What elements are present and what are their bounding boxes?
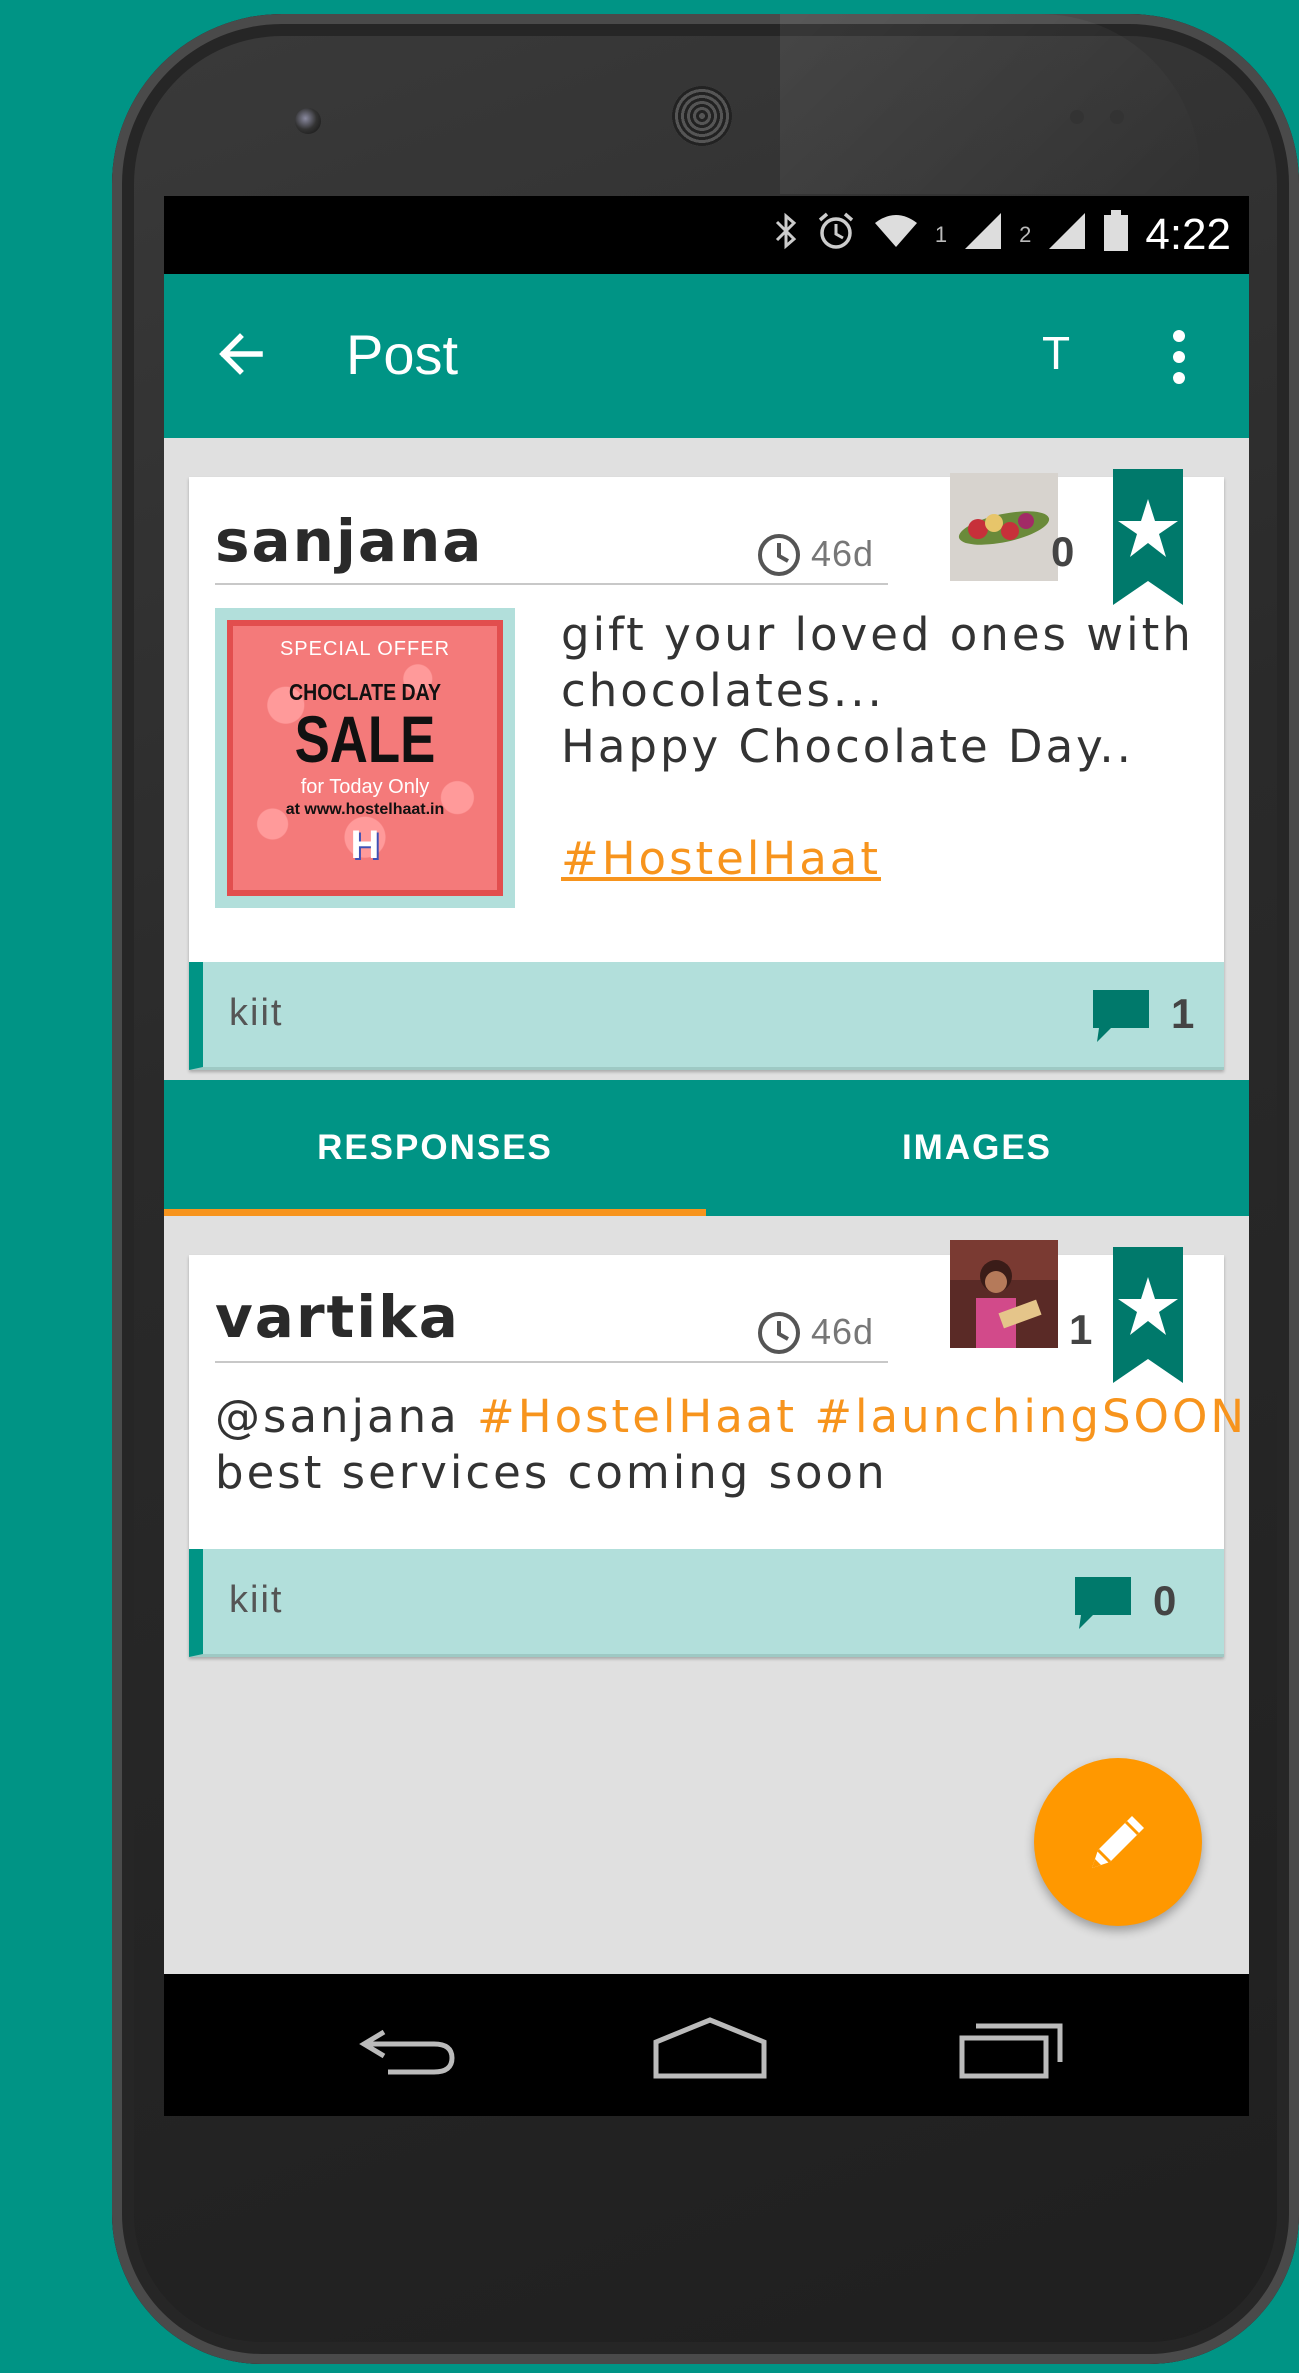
author-divider (215, 583, 888, 585)
response-hashtags[interactable]: #HostelHaat #launchingSOON (477, 1390, 1247, 1443)
star-bookmark-icon[interactable] (1113, 1247, 1183, 1383)
post-footer: kiit 1 (189, 962, 1224, 1070)
front-camera (295, 108, 321, 134)
app-bar: Post T (164, 274, 1249, 438)
poster-logo: H (350, 823, 380, 867)
post-comment-count: 1 (1171, 990, 1195, 1037)
wifi-icon (873, 213, 919, 258)
text-action-button[interactable]: T (1036, 326, 1076, 380)
proximity-sensor (1070, 110, 1084, 124)
star-bookmark-icon[interactable] (1113, 469, 1183, 605)
response-comment-count: 0 (1153, 1577, 1177, 1624)
response-time: 46d (755, 1308, 874, 1356)
response-author[interactable]: vartika (215, 1283, 460, 1351)
compose-fab[interactable] (1034, 1758, 1202, 1926)
post-like-count: 0 (1051, 528, 1075, 575)
response-like-count: 1 (1069, 1306, 1093, 1353)
response-body: @sanjana #HostelHaat #launchingSOON best… (215, 1389, 1244, 1501)
sim2-label: 2 (1019, 222, 1032, 247)
poster-line-5: at www.hostelhaat.in (285, 801, 445, 818)
recents-nav-icon[interactable] (956, 2014, 1066, 2084)
poster-line-1: SPECIAL OFFER (279, 638, 451, 660)
post-author[interactable]: sanjana (215, 507, 483, 575)
comment-icon[interactable] (1075, 1577, 1131, 1629)
post-text-line: Happy Chocolate Day.. (561, 720, 1134, 773)
more-vert-icon[interactable] (1164, 324, 1194, 394)
response-card[interactable]: vartika 46d 1 @sanjana #HostelHaat #laun… (189, 1240, 1244, 1657)
tab-indicator (164, 1209, 706, 1216)
arrow-back-icon[interactable] (212, 324, 272, 384)
post-card[interactable]: sanjana 46d 0 SPECIAL OFFER CHOCLATE DAY… (189, 469, 1224, 1070)
page-title: Post (346, 323, 459, 386)
signal-icon (963, 211, 1003, 260)
poster-line-3: SALE (294, 702, 436, 776)
status-icons: 1 2 4:22 (773, 209, 1231, 261)
response-location-tag[interactable]: kiit (229, 1579, 283, 1622)
system-nav-bar (164, 1974, 1249, 2116)
status-bar: 1 2 4:22 (164, 196, 1249, 274)
response-time-text: 46d (811, 1311, 875, 1352)
post-time: 46d (755, 530, 874, 578)
post-text-line: gift your loved ones with (561, 608, 1194, 661)
back-nav-icon[interactable] (354, 2014, 464, 2084)
home-nav-icon[interactable] (650, 2014, 767, 2084)
hashtag-link[interactable]: #HostelHaat (561, 832, 881, 885)
clock-icon (758, 1312, 800, 1354)
tab-bar: RESPONSES IMAGES (164, 1080, 1249, 1216)
earpiece-speaker (672, 86, 732, 146)
battery-icon (1103, 209, 1129, 261)
signal-icon (1047, 211, 1087, 260)
sim1-label: 1 (934, 222, 948, 247)
poster-line-4: for Today Only (300, 776, 430, 798)
comment-icon[interactable] (1093, 990, 1149, 1042)
post-image[interactable]: SPECIAL OFFER CHOCLATE DAY SALE for Toda… (215, 608, 515, 908)
response-footer: kiit 0 (189, 1549, 1224, 1657)
bluetooth-icon (773, 211, 799, 260)
post-body: gift your loved ones with chocolates... … (561, 607, 1201, 887)
author-divider (215, 1361, 888, 1363)
pencil-icon (1092, 1816, 1144, 1868)
status-time: 4:22 (1145, 210, 1231, 259)
response-text-line: best services coming soon (215, 1446, 888, 1499)
post-location-tag[interactable]: kiit (229, 992, 283, 1035)
sale-poster: SPECIAL OFFER CHOCLATE DAY SALE for Toda… (227, 620, 503, 896)
screen: 1 2 4:22 Post T sanjana 46d 0 SPECIAL OF… (164, 196, 1249, 2116)
post-time-text: 46d (811, 533, 875, 574)
mention[interactable]: @sanjana (215, 1390, 460, 1443)
tab-images[interactable]: IMAGES (706, 1080, 1248, 1216)
tab-responses[interactable]: RESPONSES (164, 1080, 706, 1216)
author-avatar[interactable] (950, 1240, 1058, 1348)
author-avatar[interactable] (950, 473, 1058, 581)
light-sensor (1110, 110, 1124, 124)
post-text-line: chocolates... (561, 664, 885, 717)
alarm-icon (815, 210, 857, 261)
clock-icon (758, 534, 800, 576)
